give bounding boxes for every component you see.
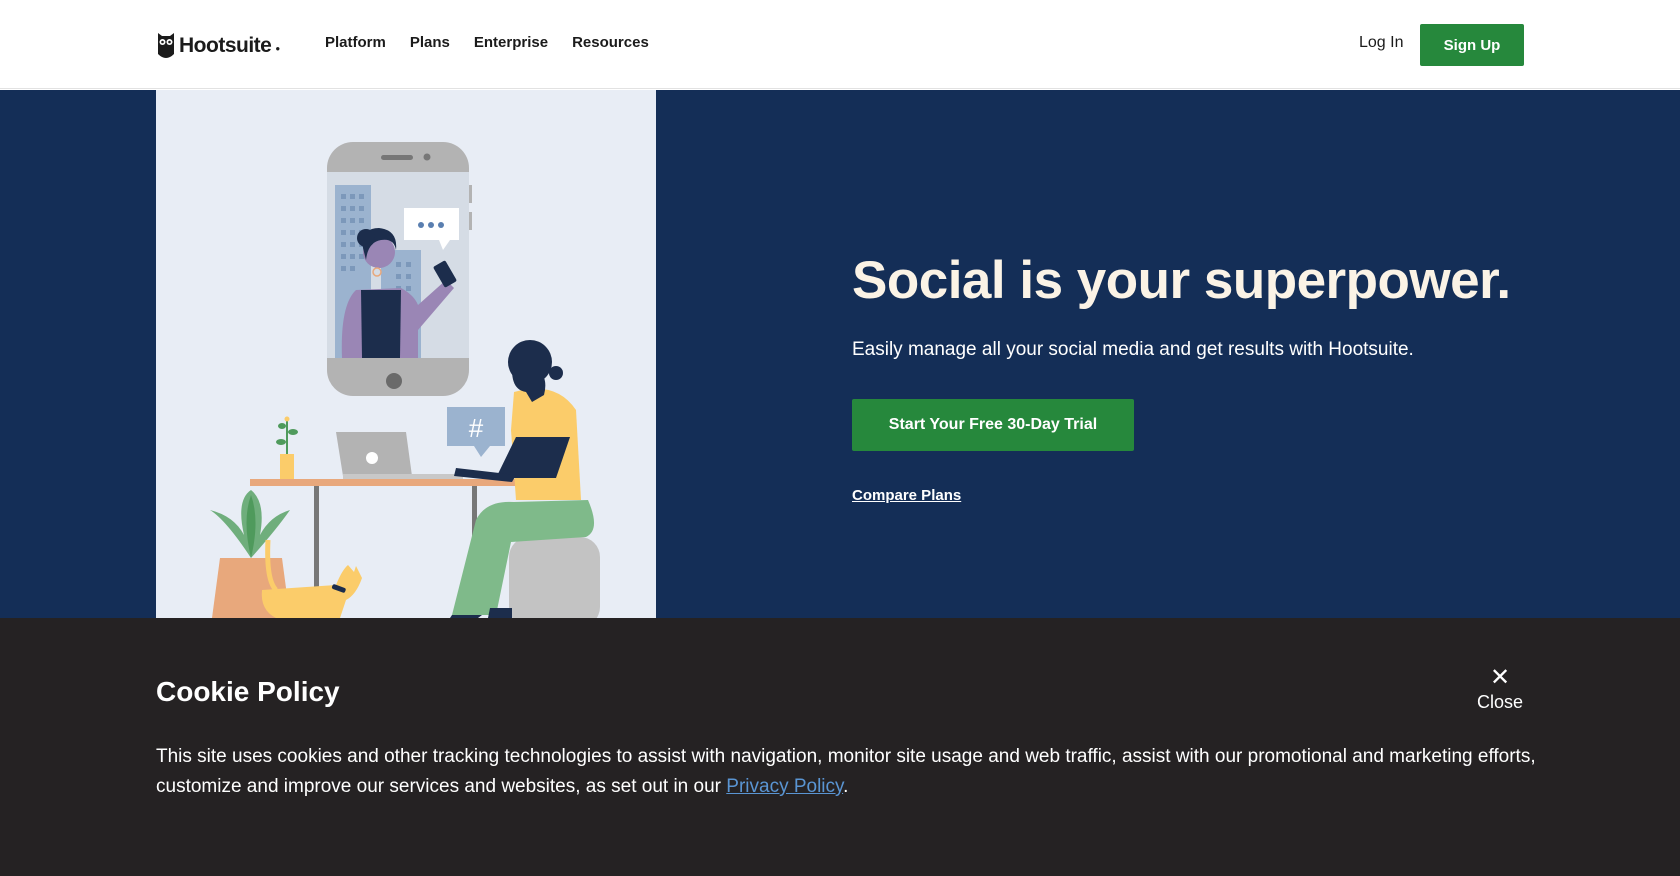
cookie-text: This site uses cookies and other trackin… bbox=[156, 742, 1536, 802]
nav-platform[interactable]: Platform bbox=[325, 34, 386, 51]
cookie-text-end: . bbox=[843, 776, 849, 797]
hashtag-text: # bbox=[469, 413, 484, 443]
woman-at-laptop-illustration: # bbox=[210, 142, 600, 618]
hero-title: Social is your superpower. bbox=[852, 251, 1511, 310]
hootsuite-logo[interactable]: Hootsuite ● bbox=[157, 31, 280, 61]
logo-registered-mark: ● bbox=[275, 43, 281, 53]
hero-illustration: # bbox=[156, 90, 656, 618]
signup-button[interactable]: Sign Up bbox=[1420, 24, 1524, 66]
hero-subtitle: Easily manage all your social media and … bbox=[852, 339, 1414, 360]
nav-resources[interactable]: Resources bbox=[572, 34, 649, 51]
hero-section: # Social is your superpower. Easily mana… bbox=[0, 90, 1680, 618]
logo-wordmark: Hootsuite bbox=[179, 34, 272, 57]
owl-icon bbox=[158, 33, 174, 58]
login-link[interactable]: Log In bbox=[1359, 34, 1403, 52]
cookie-close-button[interactable]: ✕ Close bbox=[1474, 666, 1526, 713]
nav-plans[interactable]: Plans bbox=[410, 34, 450, 51]
cookie-title: Cookie Policy bbox=[156, 676, 340, 707]
close-icon[interactable]: ✕ bbox=[1474, 666, 1526, 690]
privacy-policy-link[interactable]: Privacy Policy bbox=[726, 776, 843, 797]
start-free-trial-button[interactable]: Start Your Free 30-Day Trial bbox=[852, 399, 1134, 451]
close-label[interactable]: Close bbox=[1474, 692, 1526, 713]
cookie-banner: Cookie Policy ✕ Close This site uses coo… bbox=[0, 618, 1680, 876]
nav-enterprise[interactable]: Enterprise bbox=[474, 34, 548, 51]
compare-plans-link[interactable]: Compare Plans bbox=[852, 487, 961, 504]
site-header: Hootsuite ● Platform Plans Enterprise Re… bbox=[0, 0, 1680, 89]
main-nav: Platform Plans Enterprise Resources bbox=[325, 34, 649, 51]
